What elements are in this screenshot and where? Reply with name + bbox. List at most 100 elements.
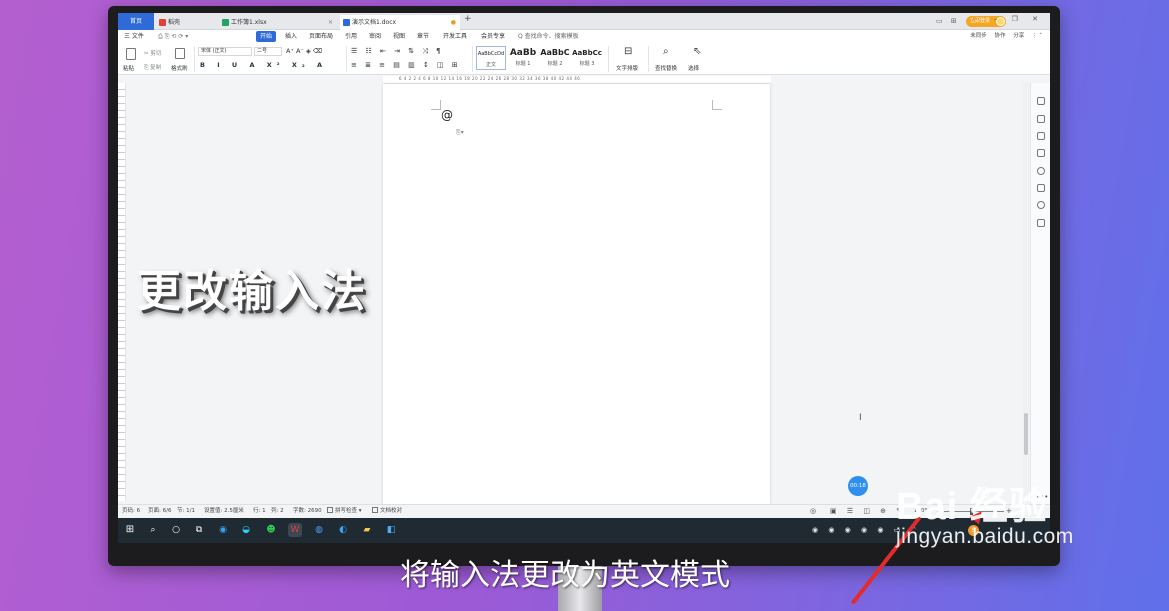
- proofread-label: 文档校对: [380, 508, 403, 514]
- baidu-jingyan-watermark: Bai 经验 ❀ jingyan.baidu.com: [896, 483, 1074, 549]
- style-heading-2[interactable]: AaBbC 标题 2: [540, 46, 570, 70]
- pen-icon[interactable]: [1037, 115, 1045, 123]
- tab-workbook-label: 工作簿1.xlsx: [231, 19, 267, 26]
- vertical-ruler[interactable]: [118, 83, 126, 501]
- font-size-select[interactable]: 二号: [254, 47, 282, 56]
- style-heading-1[interactable]: AaBb 标题 1: [508, 46, 538, 70]
- adjust-icon[interactable]: [1037, 149, 1045, 157]
- style-heading-2-label: 标题 2: [547, 61, 563, 67]
- more-icon[interactable]: ⋮ ˄: [1032, 33, 1042, 39]
- document-text[interactable]: @: [441, 108, 453, 122]
- paste-label[interactable]: 粘贴: [123, 64, 134, 72]
- menu-bar: 三 文件 ⎙ ⎘ ⟲ ⟳ ▾ 开始 插入 页面布局 引用 审阅 视图 章节 开发…: [118, 30, 1050, 43]
- share-button[interactable]: 分享: [1013, 33, 1024, 39]
- window-layout-icons[interactable]: ▭ ⊞: [936, 17, 960, 25]
- menu-tab-view[interactable]: 视图: [393, 31, 405, 42]
- menu-tab-layout[interactable]: 页面布局: [309, 31, 333, 42]
- text-layout-label[interactable]: 文字排版: [616, 64, 638, 72]
- cut-button[interactable]: ✂ 剪切: [144, 49, 161, 57]
- wechat-icon[interactable]: ☻: [264, 523, 278, 537]
- tab-home[interactable]: 首页: [118, 13, 154, 30]
- status-section[interactable]: 节: 1/1: [177, 505, 195, 517]
- menu-file[interactable]: 三 文件: [124, 31, 144, 42]
- menu-tab-references[interactable]: 引用: [345, 31, 357, 42]
- browser-icon[interactable]: ◉: [216, 523, 230, 537]
- new-tab-button[interactable]: +: [464, 14, 472, 24]
- margin-corner-mark: [712, 100, 722, 110]
- vertical-scrollbar[interactable]: [1023, 83, 1029, 503]
- menu-tab-review[interactable]: 审阅: [369, 31, 381, 42]
- menu-tab-member[interactable]: 会员专享: [481, 31, 505, 42]
- tab-document[interactable]: 演示文档1.docx ●: [340, 15, 460, 30]
- align-buttons[interactable]: ≡ ≣ ≡ ▤ ▥ ↕ ◫ ⊞: [351, 61, 461, 69]
- command-search[interactable]: Q 查找命令、搜索模板: [518, 31, 579, 42]
- ribbon-separator: [648, 46, 649, 72]
- edge-icon[interactable]: ◒: [239, 523, 253, 537]
- cortana-icon[interactable]: ○: [169, 523, 183, 537]
- format-painter-icon[interactable]: [175, 48, 185, 59]
- quick-access-icons[interactable]: ⎙ ⎘ ⟲ ⟳ ▾: [158, 31, 188, 42]
- style-heading-1-label: 标题 1: [515, 61, 531, 67]
- window-controls[interactable]: ⋯ – ❐ ✕: [973, 15, 1044, 23]
- view-mode-buttons[interactable]: ▣ ☰ ◫ ⊕ ✎: [830, 505, 906, 517]
- translate-icon[interactable]: [1037, 219, 1045, 227]
- task-view-icon[interactable]: ⧉: [192, 523, 206, 537]
- ruler-ticks: 6 4 2 2 4 6 8 10 12 14 16 18 20 22 24 26…: [399, 76, 581, 81]
- style-heading-3[interactable]: AaBbCc 标题 3: [572, 46, 602, 70]
- format-painter-label[interactable]: 格式刷: [171, 64, 188, 72]
- proofread-button[interactable]: 文档校对: [372, 505, 402, 517]
- close-icon[interactable]: ✕: [328, 15, 333, 30]
- wps-icon[interactable]: W: [288, 523, 302, 537]
- menu-tab-home[interactable]: 开始: [256, 31, 277, 42]
- status-column[interactable]: 列: 2: [271, 505, 284, 517]
- style-normal[interactable]: AaBbCcDd 正文: [476, 46, 506, 70]
- file-explorer-icon[interactable]: ▰: [360, 523, 374, 537]
- windows-start-icon[interactable]: ⊞: [123, 523, 137, 537]
- style-panel-icon[interactable]: [1037, 97, 1045, 105]
- store-icon[interactable]: ◧: [384, 523, 398, 537]
- status-word-count[interactable]: 字数: 2690: [293, 505, 322, 517]
- select-cursor-icon[interactable]: ⇖: [693, 46, 701, 57]
- font-size-buttons[interactable]: A⁺ A⁻ ◈ ⌫: [286, 47, 322, 55]
- search-icon[interactable]: ⌕: [146, 523, 160, 537]
- eye-protect-icon[interactable]: ◎: [810, 505, 816, 517]
- location-icon[interactable]: [1037, 201, 1045, 209]
- tab-docer[interactable]: 稻壳: [156, 15, 218, 30]
- tab-workbook[interactable]: 工作簿1.xlsx ✕: [219, 15, 337, 30]
- scrollbar-thumb[interactable]: [1024, 413, 1028, 455]
- horizontal-ruler[interactable]: 6 4 2 2 4 6 8 10 12 14 16 18 20 22 24 26…: [383, 76, 771, 84]
- format-buttons[interactable]: B I U A X² X₂ A: [200, 61, 327, 69]
- paste-options-icon[interactable]: ⎘▾: [456, 129, 464, 137]
- sync-status[interactable]: 未同步: [970, 33, 987, 39]
- collaborate-button[interactable]: 协作: [994, 33, 1005, 39]
- copy-button[interactable]: ⎘ 复制: [144, 63, 161, 72]
- image-icon[interactable]: [1037, 184, 1045, 192]
- status-settings[interactable]: 设置值: 2.5厘米: [204, 505, 244, 517]
- find-replace-icon[interactable]: ⌕: [663, 46, 669, 57]
- app-icon[interactable]: ◍: [312, 523, 326, 537]
- paste-icon[interactable]: [126, 48, 136, 60]
- status-row[interactable]: 行: 1: [253, 505, 266, 517]
- recording-timer: 00:18: [848, 476, 868, 496]
- unsaved-dot-icon[interactable]: ●: [451, 15, 456, 30]
- select-label[interactable]: 选择: [688, 64, 699, 72]
- find-replace-label[interactable]: 查找替换: [655, 64, 677, 72]
- spell-check-icon: [327, 507, 333, 513]
- font-name-select[interactable]: 宋体 (正文): [198, 47, 252, 56]
- menu-tab-chapter[interactable]: 章节: [417, 31, 429, 42]
- menu-tab-insert[interactable]: 插入: [285, 31, 297, 42]
- style-normal-preview: AaBbCcDd: [477, 51, 505, 57]
- qq-browser-icon[interactable]: ◐: [336, 523, 350, 537]
- text-layout-icon[interactable]: ⊟: [624, 46, 632, 57]
- select-icon[interactable]: [1037, 132, 1045, 140]
- spell-check-button[interactable]: 拼写检查 ▾: [327, 505, 362, 517]
- status-pages[interactable]: 页面: 6/6: [148, 505, 171, 517]
- menu-tab-developer[interactable]: 开发工具: [443, 31, 467, 42]
- document-page[interactable]: @ ⎘▾: [383, 84, 770, 504]
- status-page-number[interactable]: 页码: 6: [122, 505, 140, 517]
- list-buttons[interactable]: ☰ ☷ ⇤ ⇥ ⇅ ⤨ ¶: [351, 47, 444, 56]
- copy-label: 复制: [150, 65, 162, 71]
- help-icon[interactable]: [1037, 167, 1045, 175]
- cut-label: 剪切: [150, 51, 162, 57]
- ribbon-separator: [346, 46, 347, 72]
